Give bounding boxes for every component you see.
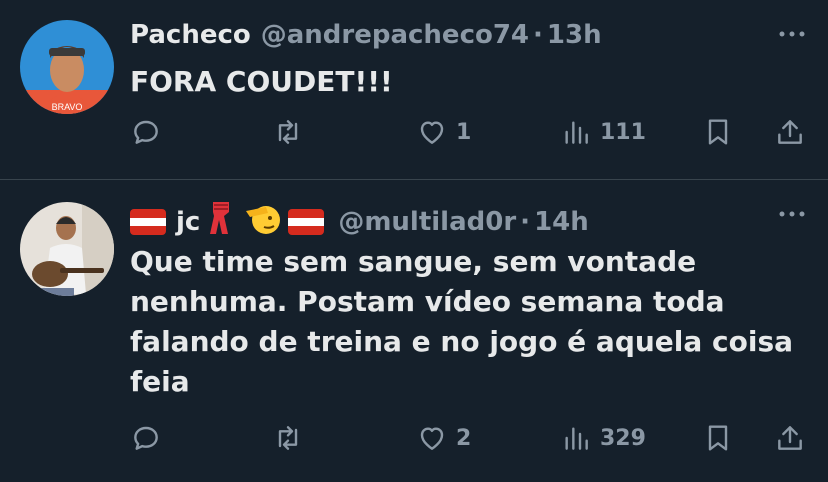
tweet[interactable]: BRAVO Pacheco @andrepacheco74 · 13h FORA… (0, 0, 828, 180)
retweet-icon (278, 426, 298, 450)
bookmark-icon (708, 425, 728, 451)
like-button[interactable]: 1 (416, 112, 471, 152)
svg-text:BRAVO: BRAVO (52, 102, 83, 112)
more-icon[interactable] (778, 26, 806, 40)
display-name[interactable]: Pacheco (130, 20, 251, 50)
timestamp[interactable]: 13h (547, 20, 602, 50)
bookmark-button[interactable] (702, 418, 734, 458)
like-count: 1 (456, 119, 472, 145)
like-button[interactable]: 2 (416, 418, 471, 458)
reply-button[interactable] (130, 418, 162, 458)
avatar[interactable]: BRAVO (20, 20, 114, 114)
tweet-actions: 1 111 (130, 112, 806, 152)
view-count: 329 (600, 425, 646, 451)
tweet-text: Que time sem sangue, sem vontade nenhuma… (130, 245, 794, 398)
tweet-text: FORA COUDET!!! (130, 65, 393, 98)
share-button[interactable] (774, 112, 806, 152)
scarf-icon (208, 200, 234, 243)
share-button[interactable] (774, 418, 806, 458)
timestamp[interactable]: 14h (534, 207, 589, 237)
retweet-icon (278, 120, 298, 144)
bookmark-icon (708, 119, 728, 145)
views-button[interactable]: 329 (560, 418, 646, 458)
more-icon[interactable] (778, 206, 806, 220)
display-name[interactable]: jc (176, 207, 200, 237)
share-icon (778, 120, 802, 144)
saluting-face-icon (244, 201, 282, 242)
view-count: 111 (600, 119, 646, 145)
user-handle[interactable]: @multilad0r (338, 207, 516, 237)
views-icon (565, 427, 588, 450)
retweet-button[interactable] (272, 418, 304, 458)
flag-icon (130, 208, 166, 235)
share-icon (778, 426, 802, 450)
avatar[interactable] (20, 202, 114, 296)
retweet-button[interactable] (272, 112, 304, 152)
bookmark-button[interactable] (702, 112, 734, 152)
reply-icon (134, 426, 158, 450)
tweet-actions: 2 329 (130, 418, 806, 458)
views-button[interactable]: 111 (560, 112, 646, 152)
flag-icon (288, 208, 325, 235)
tweet-header: jc @multilad0r · 14h (130, 200, 589, 243)
heart-icon (420, 427, 444, 450)
tweet[interactable]: jc @multilad0r · 14h Que time sem sangue… (0, 180, 828, 482)
heart-icon (420, 121, 444, 144)
like-count: 2 (456, 425, 472, 451)
user-handle[interactable]: @andrepacheco74 (261, 20, 529, 50)
reply-icon (134, 120, 158, 144)
views-icon (565, 121, 588, 144)
separator: · (520, 206, 531, 237)
separator: · (533, 20, 543, 50)
reply-button[interactable] (130, 112, 162, 152)
tweet-header: Pacheco @andrepacheco74 · 13h (130, 20, 602, 50)
